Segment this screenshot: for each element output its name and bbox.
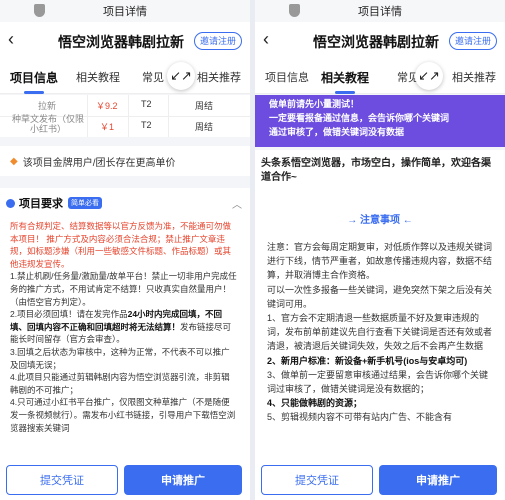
table-row: 拉新 ￥9.2 T2 周结: [0, 95, 250, 116]
tab-project-info[interactable]: 项目信息: [265, 69, 309, 85]
tab-faq[interactable]: 常见: [142, 69, 164, 85]
shield-icon: [289, 4, 300, 17]
note-item: 4、只能做韩剧的资源；: [267, 398, 363, 409]
price-table: 拉新 ￥9.2 T2 周结 种草文发布（仅限小红书） ￥1 T2 周结: [0, 95, 250, 137]
requirement-item: 4.此项目只能通过剪辑韩剧内容为悟空浏览器引流，非剪辑韩剧的不可推广；: [10, 372, 230, 395]
diamond-icon: ◆: [10, 155, 18, 167]
banner-line: 通过审核了，做错关键词没有数据: [269, 127, 405, 137]
bottom-bar: 提交凭证 申请推广: [0, 460, 250, 500]
requirement-item: 1.禁止机刷/任务量/激励量/故单平台！禁止一切非用户完成任务的推广方式，不用试…: [10, 271, 237, 307]
price-value: ￥9.2: [96, 101, 118, 111]
note-item: 2、新用户标准：新设备+新手机号(ios与安卓均可): [267, 355, 468, 366]
price-name: 种草文发布（仅限小红书）: [11, 114, 84, 134]
back-icon[interactable]: ‹: [263, 30, 269, 48]
nav-bar: ‹ 悟空浏览器韩剧拉新 邀请注册: [0, 22, 250, 58]
requirement-item: 4.只可通过小红书平台推广，仅限图文种草推广（不是随便发一条视频就行）。需发布小…: [10, 397, 236, 433]
back-icon[interactable]: ‹: [8, 30, 14, 48]
status-bar: 项目详情: [255, 0, 505, 22]
price-cycle: 周结: [195, 101, 214, 111]
dot-icon: [6, 198, 15, 208]
bottom-bar: 提交凭证 申请推广: [255, 460, 505, 500]
tab-project-info[interactable]: 项目信息: [10, 69, 58, 94]
price-tier: T2: [141, 99, 152, 109]
banner-line: 做单前请先小量测试！: [269, 99, 360, 109]
right-screen: 项目详情 ‹ 悟空浏览器韩剧拉新 邀请注册 项目信息 相关教程 常见 相关推荐 …: [255, 0, 505, 500]
page-title: 悟空浏览器韩剧拉新: [58, 34, 184, 50]
note-item: 可以一次性多报备一些关键词，避免突然下架之后没有关键词可用。: [267, 284, 493, 309]
requirements-body: 所有合规判定、结算数据等以官方反馈为准，不能通可勿做本项目！ 推广方式及内容必须…: [0, 218, 250, 434]
divider: [87, 95, 88, 137]
nav-bar: ‹ 悟空浏览器韩剧拉新 邀请注册: [255, 22, 505, 58]
note-item: 5、剪辑视频内容不可带有站内广告、不能含有: [267, 412, 453, 423]
notes-body: 注意：官方会每周定期复审，对低质作弊以及违规关键词进行下线，情节严重者，如故意传…: [255, 234, 505, 460]
apply-promotion-button[interactable]: 申请推广: [124, 465, 242, 495]
invite-register-button[interactable]: 邀请注册: [448, 32, 497, 50]
apply-promotion-button[interactable]: 申请推广: [379, 465, 497, 495]
tab-tutorials[interactable]: 相关教程: [76, 69, 120, 85]
price-value: ￥1: [100, 122, 115, 132]
divider: [128, 95, 129, 137]
notice-text: 该项目金牌用户/团长存在更高单价: [22, 157, 176, 169]
note-item: 1、官方会不定期清退一些数据质量不好及复审违规的词，发布前单前建议先自行查看下关…: [267, 313, 493, 352]
divider: [168, 95, 169, 137]
price-tier: T2: [141, 120, 152, 130]
tab-recommend[interactable]: 相关推荐: [452, 69, 496, 85]
collapse-icon[interactable]: ↙↗: [415, 62, 443, 90]
tab-recommend[interactable]: 相关推荐: [197, 69, 241, 85]
shield-icon: [34, 4, 45, 17]
submit-proof-button[interactable]: 提交凭证: [6, 465, 118, 495]
submit-proof-button[interactable]: 提交凭证: [261, 465, 373, 495]
status-bar: 项目详情: [0, 0, 250, 22]
left-screen: 项目详情 ‹ 悟空浏览器韩剧拉新 邀请注册 项目信息 相关教程 常见 相关推荐 …: [0, 0, 250, 500]
collapse-icon[interactable]: ↙↗: [167, 62, 195, 90]
banner-line: 一定要看报备通过信息，会告诉你哪个关键词: [269, 113, 450, 123]
price-name: 拉新: [38, 101, 57, 111]
tab-bar: 项目信息 相关教程 常见 相关推荐 ↙↗: [0, 58, 250, 94]
requirements-warning: 所有合规判定、结算数据等以官方反馈为准，不能通可勿做本项目！ 推广方式及内容必须…: [10, 221, 232, 269]
note-item: 注意：官方会每周定期复审，对低质作弊以及违规关键词进行下线，情节严重者，如故意传…: [267, 242, 493, 281]
requirements-card: 项目要求 简单必看 ︿ 所有合规判定、结算数据等以官方反馈为准，不能通可勿做本项…: [0, 188, 250, 460]
chevron-up-icon[interactable]: ︿: [232, 196, 242, 211]
requirement-item: 2.项目必须回填！请在发完作品24小时内完成回填，不回填、回填内容不正确和回填超…: [10, 309, 232, 345]
price-cycle: 周结: [195, 122, 214, 132]
requirements-tag: 简单必看: [68, 197, 102, 209]
test-warning-banner: 做单前请先小量测试！ 一定要看报备通过信息，会告诉你哪个关键词 通过审核了，做错…: [255, 95, 505, 147]
requirements-title: 项目要求: [19, 198, 63, 210]
promo-text: 头条系悟空浏览器，市场空白，操作简单，欢迎各渠道合作~: [255, 150, 505, 202]
note-item: 3、做单前一定要留意审核通过结果，会告诉你哪个关键词过审核了，做错关键词是没有数…: [267, 369, 489, 395]
table-row: 种草文发布（仅限小红书） ￥1 T2 周结: [0, 114, 250, 137]
status-title: 项目详情: [103, 6, 147, 18]
requirement-item: 3.回填之后状态为审核中，这种为正常，不代表不可以推广及回填无误；: [10, 346, 230, 370]
tab-tutorials[interactable]: 相关教程: [321, 69, 369, 94]
gold-user-notice: ◆ 该项目金牌用户/团长存在更高单价: [0, 146, 250, 176]
requirements-header[interactable]: 项目要求 简单必看 ︿: [0, 188, 250, 218]
notes-section-title: → 注意事项 ←: [255, 202, 505, 234]
invite-register-button[interactable]: 邀请注册: [193, 32, 242, 50]
tab-bar: 项目信息 相关教程 常见 相关推荐 ↙↗: [255, 58, 505, 94]
status-title: 项目详情: [358, 6, 402, 18]
page-title: 悟空浏览器韩剧拉新: [313, 34, 439, 50]
